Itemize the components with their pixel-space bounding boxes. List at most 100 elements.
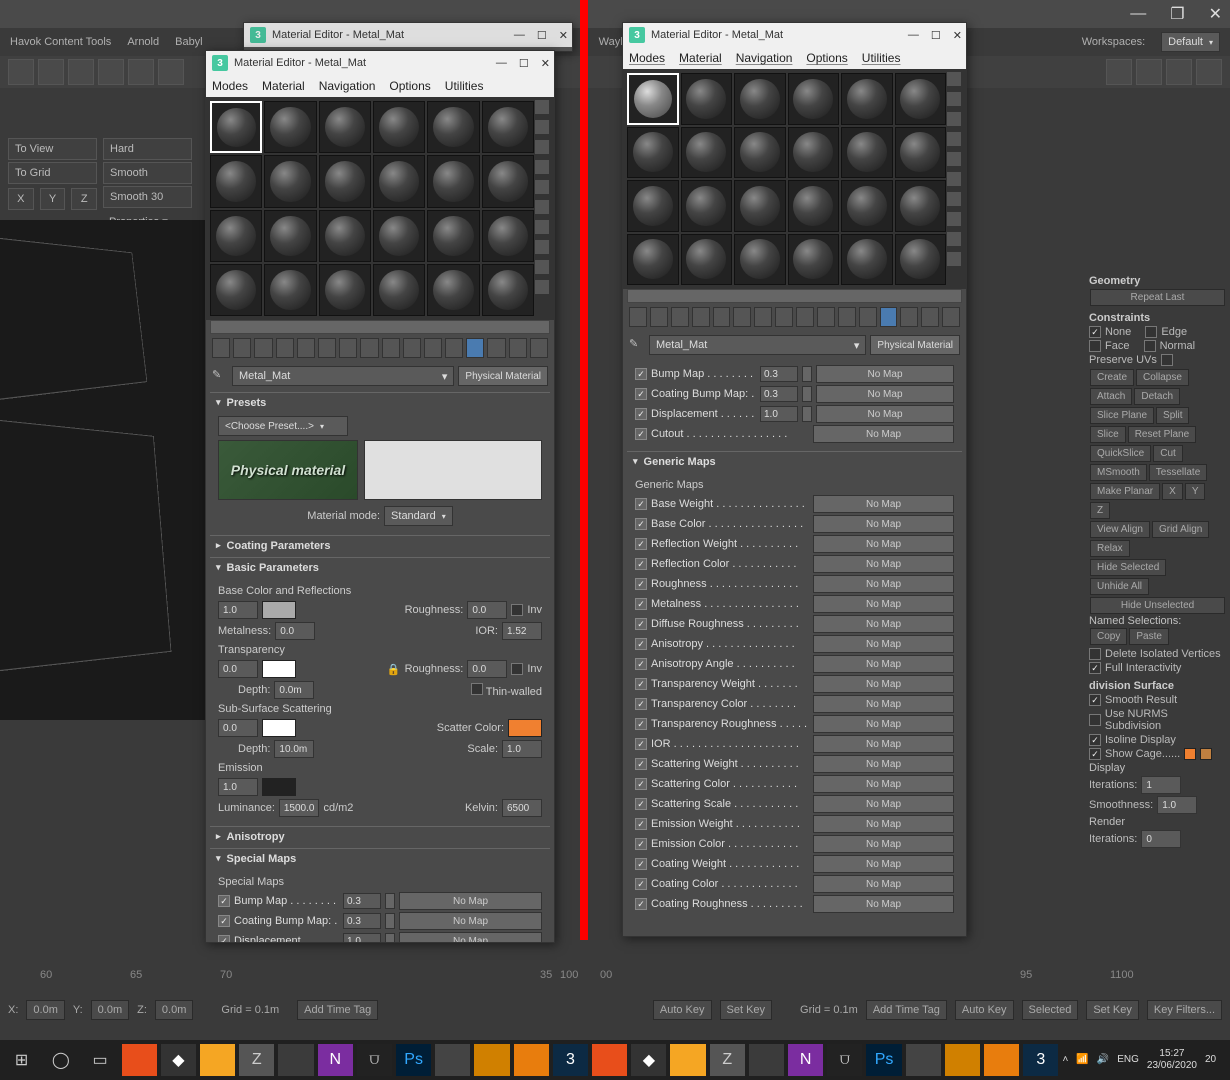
basecolor-swatch[interactable]: [262, 601, 296, 619]
sample-slot[interactable]: [895, 73, 947, 125]
sample-slot[interactable]: [373, 101, 425, 153]
minimize-icon[interactable]: —: [496, 57, 507, 70]
disp-map-button[interactable]: No Map: [816, 405, 954, 423]
me-tool-icon[interactable]: [650, 307, 668, 327]
material-type-button[interactable]: Physical Material: [458, 366, 548, 386]
material-name-dropdown[interactable]: Metal_Mat▾: [232, 366, 454, 386]
render-iter-spinner[interactable]: 0: [1141, 830, 1181, 848]
thinwalled-check[interactable]: [471, 683, 483, 695]
depth-spinner[interactable]: 0.0m: [274, 681, 314, 699]
tool-icon[interactable]: [68, 59, 94, 85]
hscroll[interactable]: [627, 289, 962, 303]
genmap-check[interactable]: [635, 558, 647, 570]
tool-icon[interactable]: [158, 59, 184, 85]
wifi-icon[interactable]: 📶: [1076, 1054, 1088, 1066]
relax-button[interactable]: Relax: [1090, 540, 1130, 557]
genmap-button[interactable]: No Map: [813, 775, 954, 793]
sample-slot[interactable]: [427, 210, 479, 262]
viewport[interactable]: [0, 220, 210, 720]
window-title[interactable]: 3 Material Editor - Metal_Mat — ☐ ✕: [623, 23, 966, 47]
x-field[interactable]: 0.0m: [26, 1000, 64, 1020]
material-name-dropdown[interactable]: Metal_Mat▾: [649, 335, 866, 355]
genmap-check[interactable]: [635, 778, 647, 790]
viewalign-button[interactable]: View Align: [1090, 521, 1150, 538]
genmap-button[interactable]: No Map: [813, 575, 954, 593]
gridalign-button[interactable]: Grid Align: [1152, 521, 1209, 538]
disp-spinner[interactable]: 1.0: [760, 406, 798, 422]
face-radio[interactable]: [1089, 340, 1101, 352]
px-button[interactable]: X: [1162, 483, 1183, 500]
blender-icon[interactable]: [984, 1044, 1019, 1076]
iterations-spinner[interactable]: 1: [1141, 776, 1181, 794]
menu-babyl[interactable]: Babyl: [175, 36, 203, 48]
me-tool-icon[interactable]: [297, 338, 315, 358]
specmaps-rollout[interactable]: Special Maps: [210, 848, 550, 868]
me-tool-icon[interactable]: [382, 338, 400, 358]
sample-slot[interactable]: [734, 180, 786, 232]
create-button[interactable]: Create: [1090, 369, 1134, 386]
sample-slot[interactable]: [734, 234, 786, 286]
smoothness-spinner[interactable]: 1.0: [1157, 796, 1197, 814]
me-tool-icon[interactable]: [629, 307, 647, 327]
workspaces-dropdown[interactable]: Default: [1161, 32, 1220, 52]
attach-button[interactable]: Attach: [1090, 388, 1132, 405]
genmap-button[interactable]: No Map: [813, 655, 954, 673]
me-tool-icon[interactable]: [318, 338, 336, 358]
me-tool-icon[interactable]: [796, 307, 814, 327]
genmap-button[interactable]: No Map: [813, 715, 954, 733]
sample-tool-icon[interactable]: [946, 131, 962, 147]
genmap-button[interactable]: No Map: [813, 835, 954, 853]
axis-y[interactable]: Y: [40, 188, 66, 210]
sample-slot[interactable]: [210, 264, 262, 316]
minimize-icon[interactable]: —: [908, 29, 919, 42]
autokey-button[interactable]: Auto Key: [653, 1000, 712, 1020]
notifications-icon[interactable]: 20: [1205, 1054, 1216, 1066]
menu-wayl[interactable]: Wayl: [599, 36, 623, 48]
smoothres-check[interactable]: [1089, 694, 1101, 706]
genmap-check[interactable]: [635, 518, 647, 530]
genmap-button[interactable]: No Map: [813, 695, 954, 713]
sample-slot[interactable]: [264, 210, 316, 262]
zbrush-icon[interactable]: Z: [239, 1044, 274, 1076]
autokey-button-2[interactable]: Auto Key: [955, 1000, 1014, 1020]
smooth-button[interactable]: Smooth: [103, 162, 192, 184]
emission-spinner[interactable]: 1.0: [218, 778, 258, 796]
spin-btn[interactable]: [385, 913, 395, 929]
z-field[interactable]: 0.0m: [155, 1000, 193, 1020]
hidesel-button[interactable]: Hide Selected: [1090, 559, 1166, 576]
genmap-check[interactable]: [635, 638, 647, 650]
disp-check[interactable]: [635, 408, 647, 420]
taskview-icon[interactable]: ▭: [82, 1044, 117, 1076]
sliceplane-button[interactable]: Slice Plane: [1090, 407, 1154, 424]
sample-slot[interactable]: [895, 127, 947, 179]
me-tool-icon[interactable]: [692, 307, 710, 327]
sample-slot[interactable]: [788, 180, 840, 232]
keyfilters-button[interactable]: Key Filters...: [1147, 1000, 1222, 1020]
sample-slot[interactable]: [210, 101, 262, 153]
kelvin-spinner[interactable]: 6500: [502, 799, 542, 817]
hscroll[interactable]: [210, 320, 550, 334]
me-tool-icon[interactable]: [754, 307, 772, 327]
genmap-button[interactable]: No Map: [813, 735, 954, 753]
sample-tool-icon[interactable]: [534, 259, 550, 275]
sample-slot[interactable]: [264, 101, 316, 153]
app-icon[interactable]: [592, 1044, 627, 1076]
menu-modes[interactable]: Modes: [212, 79, 248, 93]
disp-check[interactable]: [218, 935, 230, 942]
me-tool-icon[interactable]: [713, 307, 731, 327]
luminance-spinner[interactable]: 1500.0: [279, 799, 320, 817]
tool-icon[interactable]: [98, 59, 124, 85]
me-tool-icon[interactable]: [466, 338, 484, 358]
emission-swatch[interactable]: [262, 778, 296, 796]
tool-icon[interactable]: [1136, 59, 1162, 85]
genmap-button[interactable]: No Map: [813, 615, 954, 633]
app-icon[interactable]: [749, 1044, 784, 1076]
trough-spinner[interactable]: 0.0: [467, 660, 507, 678]
window-title[interactable]: 3 Material Editor - Metal_Mat — ☐ ✕: [206, 51, 554, 75]
sample-tool-icon[interactable]: [946, 71, 962, 87]
inv-check[interactable]: [511, 604, 523, 616]
genmap-button[interactable]: No Map: [813, 635, 954, 653]
roughness-spinner[interactable]: 0.0: [467, 601, 507, 619]
cbump-check[interactable]: [218, 915, 230, 927]
sample-tool-icon[interactable]: [946, 251, 962, 267]
